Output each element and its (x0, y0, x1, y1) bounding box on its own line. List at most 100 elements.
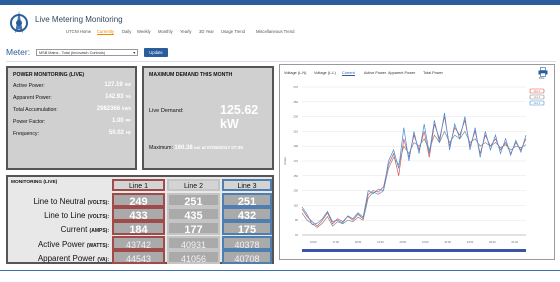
range-navigator-bar (302, 249, 526, 252)
monitoring-row-label: Line to Line (VOLTS): (44, 211, 109, 220)
monitoring-cell: 184 (112, 221, 165, 236)
monitoring-cell: 41056 (167, 249, 220, 264)
monitoring-row-label: Line to Neutral (VOLTS): (33, 197, 109, 206)
update-button[interactable]: Update (144, 48, 168, 57)
power-metric-number: 1.00 (111, 118, 124, 124)
power-metric-unit: VA (125, 94, 131, 99)
x-tick-label: 23:00 (467, 240, 474, 244)
power-metric-value: 142.93 VA (105, 94, 131, 100)
max-demand-value: 160.38 (174, 145, 193, 151)
power-metric-unit: kW (124, 82, 131, 87)
monitoring-cell: 40378 (222, 235, 272, 250)
power-metric-number: 2982366 (96, 106, 121, 112)
print-icon[interactable] (538, 67, 548, 77)
power-metric-label: Apparent Power: (13, 95, 52, 101)
chart-tab[interactable]: Active Power (364, 71, 386, 75)
row-label-text: Line to Line (44, 211, 86, 221)
x-tick-label: 01:00 (512, 240, 519, 244)
y-tick-label: 230 (293, 115, 298, 119)
max-demand-timestamp: at 07/09/2017 07:35 (201, 145, 244, 150)
live-demand-value: 125.62 kW (220, 103, 259, 131)
power-metric-label: Power Factor: (13, 119, 46, 125)
chart-tab[interactable]: Voltage (L-L) (314, 71, 336, 75)
nav-item[interactable]: Daily (122, 29, 131, 34)
monitoring-cell: 249 (112, 193, 165, 208)
chart-tab[interactable]: Total Power (423, 71, 443, 75)
column-header: Line 2 (167, 179, 220, 191)
app-title: Live Metering Monitoring (35, 15, 123, 24)
monitoring-cell: 40931 (167, 235, 220, 250)
print-label: Print (539, 77, 545, 80)
series-line-2 (301, 130, 527, 229)
power-metric-value: 2982366 kWh (97, 106, 131, 112)
power-metric-label: Frequency: (13, 131, 39, 137)
monitoring-cell: 432 (222, 207, 272, 222)
power-monitoring-panel: POWER MONITORING (LIVE) Active Power: 127… (6, 66, 137, 170)
y-tick-label: 70 (295, 233, 299, 237)
power-metric-number: 50.02 (108, 130, 124, 136)
max-demand-title: MAXIMUM DEMAND THIS MONTH (149, 72, 233, 78)
meter-select[interactable]: MSB Mains - Total (Innovatch Controls) ▼ (36, 49, 138, 56)
meter-select-value: MSB Mains - Total (Innovatch Controls) (39, 51, 105, 55)
monitoring-table: MONITORING (LIVE) Line 1 Line 2 Line 3 Line… (6, 175, 274, 264)
footer-line (0, 270, 560, 271)
nav-item[interactable]: 3D Year (199, 29, 214, 34)
max-demand-label: Maximum: (149, 145, 173, 151)
monitoring-cell: 251 (222, 193, 272, 208)
x-tick-label: 17:00 (332, 240, 339, 244)
monitoring-cell: 177 (167, 221, 220, 236)
y-tick-label: 190 (293, 144, 298, 148)
x-tick-label: 22:00 (444, 240, 451, 244)
meter-label: Meter: (6, 47, 31, 57)
max-demand-line: Maximum: 160.38 kW at 07/09/2017 07:35 (149, 145, 243, 151)
y-tick-label: 130 (293, 189, 298, 193)
y-tick-label: 110 (294, 203, 299, 207)
nav-item[interactable]: Weekly (137, 29, 151, 34)
nav-item[interactable]: UTCNI Home (66, 29, 91, 34)
row-label-unit: (VA): (97, 256, 109, 263)
y-tick-label: 210 (293, 129, 298, 133)
chevron-down-icon: ▼ (132, 51, 136, 55)
x-tick-label: 16:00 (310, 240, 317, 244)
row-label-text: Current (60, 225, 88, 235)
power-metric-number: 127.19 (104, 82, 123, 88)
row-label-unit: (VOLTS): (87, 214, 109, 221)
power-metric-value: 1.00 PF (112, 118, 131, 124)
nav-item[interactable]: Yearly (180, 29, 192, 34)
legend-label: Line 1 (534, 90, 541, 93)
y-tick-label: 170 (293, 159, 298, 163)
nav-item[interactable]: Currently (97, 29, 114, 35)
column-header: Line 1 (112, 179, 165, 191)
y-tick-label: 270 (293, 85, 298, 89)
chart-tab[interactable]: Current (342, 71, 355, 76)
row-label-unit: (VOLTS): (87, 200, 109, 206)
nav-item[interactable]: Monthly (158, 29, 173, 34)
divider (6, 61, 556, 62)
legend-label: Line 2 (534, 96, 541, 99)
power-metric-label: Total Accumulation: (13, 107, 58, 113)
y-axis-label: Amps (283, 157, 287, 165)
nav-item[interactable]: Usage Trend (221, 29, 245, 34)
row-label-unit: (AMPS): (89, 228, 109, 235)
power-metric-value: 127.19 kW (104, 82, 131, 88)
y-tick-label: 90 (295, 218, 299, 222)
monitoring-cell: 433 (112, 207, 165, 222)
monitoring-cell: 43742 (112, 235, 165, 250)
live-demand-label: Live Demand: (149, 108, 184, 114)
power-metric-unit: PF (125, 118, 131, 123)
monitoring-title: MONITORING (LIVE) (11, 180, 58, 185)
legend-label: Line 3 (534, 102, 541, 105)
nav-item[interactable]: Miscellaneous Trend (256, 29, 294, 34)
top-accent-bar (0, 0, 560, 5)
chart-tab[interactable]: Apparent Power (388, 71, 415, 75)
column-header: Line 3 (222, 179, 272, 191)
power-metric-unit: Hz (125, 130, 131, 135)
x-tick-label: 00:00 (489, 240, 496, 244)
monitoring-row-label: Current (AMPS): (61, 225, 109, 234)
max-demand-panel: MAXIMUM DEMAND THIS MONTH Live Demand: 1… (142, 66, 274, 170)
x-tick-label: 19:00 (377, 240, 384, 244)
chart-tab[interactable]: Voltage (L-N) (284, 71, 306, 75)
row-label-text: Apparent Power (37, 253, 96, 263)
x-tick-label: 18:00 (355, 240, 362, 244)
x-tick-label: 21:00 (422, 240, 429, 244)
